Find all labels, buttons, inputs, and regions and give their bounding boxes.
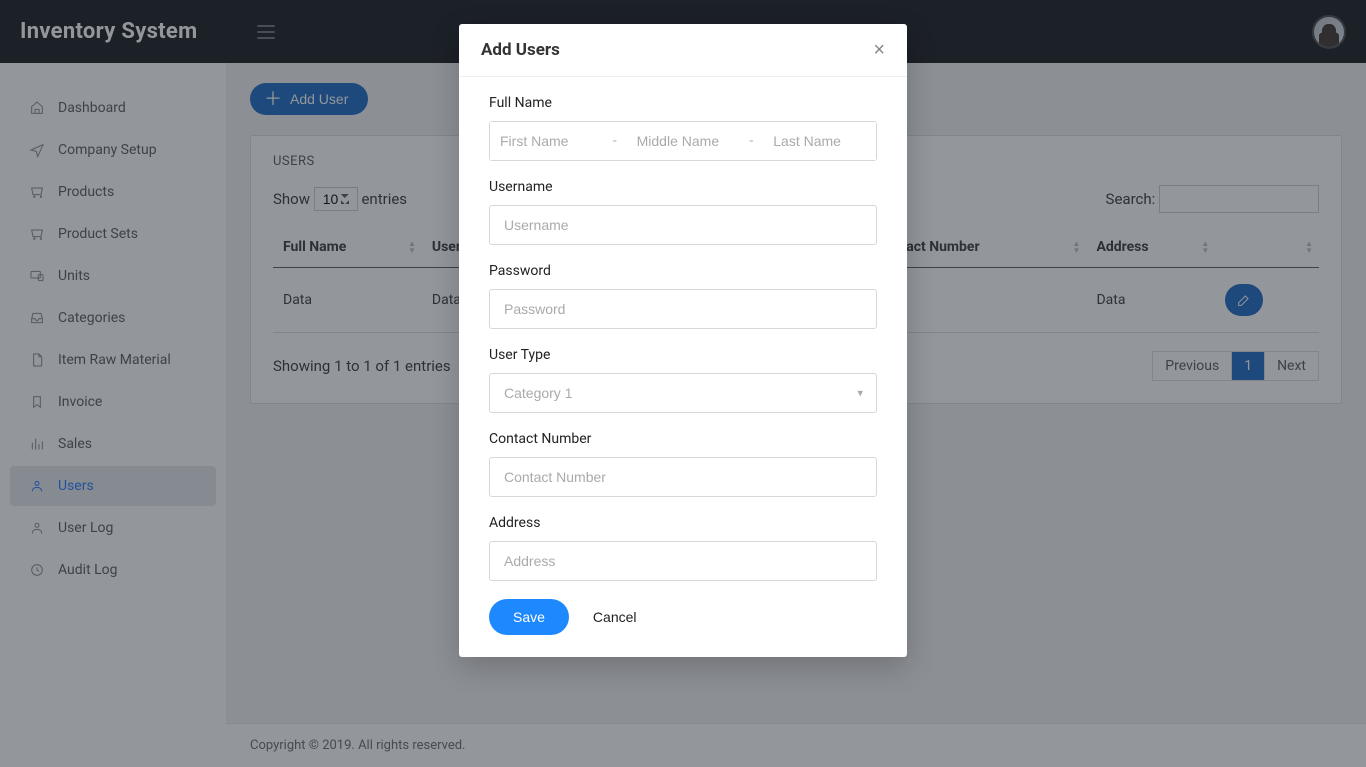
last-name-input[interactable] <box>763 122 876 160</box>
username-input[interactable] <box>489 205 877 245</box>
password-input[interactable] <box>489 289 877 329</box>
username-label: Username <box>489 179 877 195</box>
close-icon: × <box>873 39 885 61</box>
first-name-input[interactable] <box>490 122 603 160</box>
name-separator: - <box>745 133 757 149</box>
add-user-modal: Add Users × Full Name - - Username Passw… <box>459 24 907 657</box>
address-label: Address <box>489 515 877 531</box>
modal-title: Add Users <box>481 40 560 60</box>
cancel-button[interactable]: Cancel <box>593 609 637 625</box>
contact-label: Contact Number <box>489 431 877 447</box>
save-button[interactable]: Save <box>489 599 569 635</box>
usertype-select[interactable]: Category 1 <box>489 373 877 413</box>
contact-input[interactable] <box>489 457 877 497</box>
close-button[interactable]: × <box>873 40 885 60</box>
middle-name-input[interactable] <box>627 122 740 160</box>
full-name-label: Full Name <box>489 95 877 111</box>
password-label: Password <box>489 263 877 279</box>
usertype-label: User Type <box>489 347 877 363</box>
name-separator: - <box>609 133 621 149</box>
full-name-row: - - <box>489 121 877 161</box>
address-input[interactable] <box>489 541 877 581</box>
